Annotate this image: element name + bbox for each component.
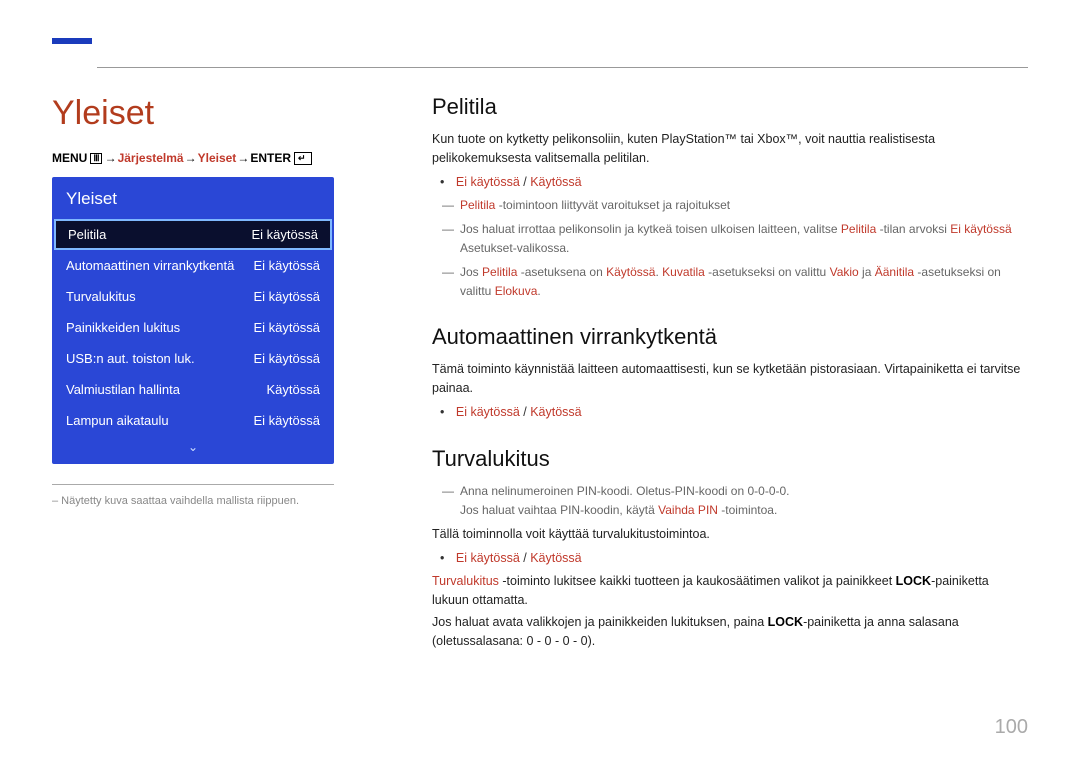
menu-item-safety-lock[interactable]: Turvalukitus Ei käytössä [52, 281, 334, 312]
breadcrumb-menu-label: MENU [52, 151, 87, 165]
body-text: Turvalukitus -toiminto lukitsee kaikki t… [432, 572, 1028, 610]
chapter-title: Yleiset [52, 94, 382, 133]
highlight: Pelitila [841, 222, 876, 236]
menu-item-value: Käytössä [267, 382, 320, 397]
option-on: Käytössä [530, 405, 581, 419]
section-heading-pelitila: Pelitila [432, 94, 1028, 120]
menu-item-label: Painikkeiden lukitus [66, 320, 180, 335]
section-heading-safetylock: Turvalukitus [432, 446, 1028, 472]
menu-item-lamp-schedule[interactable]: Lampun aikataulu Ei käytössä [52, 405, 334, 436]
note-text-fragment: -asetuksena on [517, 265, 606, 279]
menu-item-value: Ei käytössä [254, 258, 320, 273]
accent-bar [52, 38, 92, 44]
highlight: Ei käytössä [950, 222, 1011, 236]
header-rule [97, 67, 1028, 68]
highlight: Elokuva [495, 284, 538, 298]
option-slash: / [520, 551, 530, 565]
menu-item-usb-autoplay[interactable]: USB:n aut. toiston luk. Ei käytössä [52, 343, 334, 374]
option-on: Käytössä [530, 175, 581, 189]
highlight: Vaihda PIN [658, 503, 718, 517]
breadcrumb-arrow: → [237, 151, 249, 165]
body-text: Tällä toiminnolla voit käyttää turvaluki… [432, 525, 1028, 544]
menu-item-value: Ei käytössä [254, 351, 320, 366]
menu-item-pelitila[interactable]: Pelitila Ei käytössä [54, 219, 332, 250]
body-text-fragment: -toiminto lukitsee kaikki tuotteen ja ka… [499, 574, 896, 588]
body-text-fragment: Jos haluat avata valikkojen ja painikkei… [432, 615, 768, 629]
note-text-fragment: Jos haluat irrottaa pelikonsolin ja kytk… [460, 222, 841, 236]
menu-item-label: USB:n aut. toiston luk. [66, 351, 195, 366]
note-text-fragment: -asetukseksi on valittu [705, 265, 830, 279]
breadcrumb-seg2: Yleiset [198, 151, 237, 165]
breadcrumb-enter-label: ENTER [250, 151, 291, 165]
option-value: Ei käytössä / Käytössä [454, 172, 1028, 192]
note-text: Jos haluat irrottaa pelikonsolin ja kytk… [432, 220, 1028, 257]
note-text-fragment: -toimintoon liittyvät varoitukset ja raj… [495, 198, 730, 212]
highlight: Vakio [830, 265, 859, 279]
option-off: Ei käytössä [456, 405, 520, 419]
menu-icon: Ⅲ [90, 153, 101, 164]
body-text: Tämä toiminto käynnistää laitteen automa… [432, 360, 1028, 398]
menu-item-value: Ei käytössä [254, 320, 320, 335]
section-heading-autopower: Automaattinen virrankytkentä [432, 324, 1028, 350]
menu-item-value: Ei käytössä [252, 227, 318, 242]
menu-item-button-lock[interactable]: Painikkeiden lukitus Ei käytössä [52, 312, 334, 343]
option-off: Ei käytössä [456, 551, 520, 565]
highlight: Pelitila [482, 265, 517, 279]
menu-title: Yleiset [52, 177, 334, 219]
breadcrumb: MENU Ⅲ → Järjestelmä → Yleiset → ENTER [52, 151, 382, 165]
chevron-down-icon[interactable]: ⌄ [52, 436, 334, 464]
option-value: Ei käytössä / Käytössä [454, 402, 1028, 422]
option-on: Käytössä [530, 551, 581, 565]
highlight: Turvalukitus [432, 574, 499, 588]
menu-item-label: Automaattinen virrankytkentä [66, 258, 234, 273]
menu-item-label: Lampun aikataulu [66, 413, 169, 428]
note-text-fragment: Anna nelinumeroinen PIN-koodi. Oletus-PI… [460, 484, 790, 498]
breadcrumb-arrow: → [185, 151, 197, 165]
note-text-fragment: Asetukset-valikossa. [460, 241, 569, 255]
note-text: Anna nelinumeroinen PIN-koodi. Oletus-PI… [432, 482, 1028, 519]
page-number: 100 [995, 716, 1028, 739]
key-label: LOCK [896, 574, 931, 588]
menu-item-auto-power[interactable]: Automaattinen virrankytkentä Ei käytössä [52, 250, 334, 281]
body-text: Kun tuote on kytketty pelikonsoliin, kut… [432, 130, 1028, 168]
note-text: Jos Pelitila -asetuksena on Käytössä. Ku… [432, 263, 1028, 300]
note-text-fragment: -toimintoa. [718, 503, 777, 517]
menu-item-label: Valmiustilan hallinta [66, 382, 180, 397]
menu-panel: Yleiset Pelitila Ei käytössä Automaattin… [52, 177, 334, 464]
note-text-fragment: ja [859, 265, 875, 279]
menu-item-standby[interactable]: Valmiustilan hallinta Käytössä [52, 374, 334, 405]
option-value: Ei käytössä / Käytössä [454, 548, 1028, 568]
highlight: Pelitila [460, 198, 495, 212]
enter-icon [294, 152, 312, 165]
note-text-fragment: Jos [460, 265, 482, 279]
menu-item-label: Pelitila [68, 227, 106, 242]
menu-item-value: Ei käytössä [254, 289, 320, 304]
body-text: Jos haluat avata valikkojen ja painikkei… [432, 613, 1028, 651]
key-label: LOCK [768, 615, 803, 629]
right-column: Pelitila Kun tuote on kytketty pelikonso… [432, 94, 1028, 655]
option-slash: / [520, 175, 530, 189]
highlight: Käytössä [606, 265, 655, 279]
option-off: Ei käytössä [456, 175, 520, 189]
highlight: Kuvatila [662, 265, 705, 279]
note-text-fragment: -tilan arvoksi [876, 222, 950, 236]
note-text-fragment: Jos haluat vaihtaa PIN-koodin, käytä [460, 503, 658, 517]
menu-item-value: Ei käytössä [254, 413, 320, 428]
caption-rule [52, 484, 334, 485]
note-text-fragment: . [537, 284, 540, 298]
panel-caption: – Näytetty kuva saattaa vaihdella mallis… [52, 495, 334, 507]
option-slash: / [520, 405, 530, 419]
note-text: Pelitila -toimintoon liittyvät varoituks… [432, 196, 1028, 215]
left-column: Yleiset MENU Ⅲ → Järjestelmä → Yleiset →… [52, 94, 382, 655]
breadcrumb-seg1: Järjestelmä [118, 151, 184, 165]
breadcrumb-arrow: → [105, 151, 117, 165]
highlight: Äänitila [875, 265, 914, 279]
menu-item-label: Turvalukitus [66, 289, 136, 304]
